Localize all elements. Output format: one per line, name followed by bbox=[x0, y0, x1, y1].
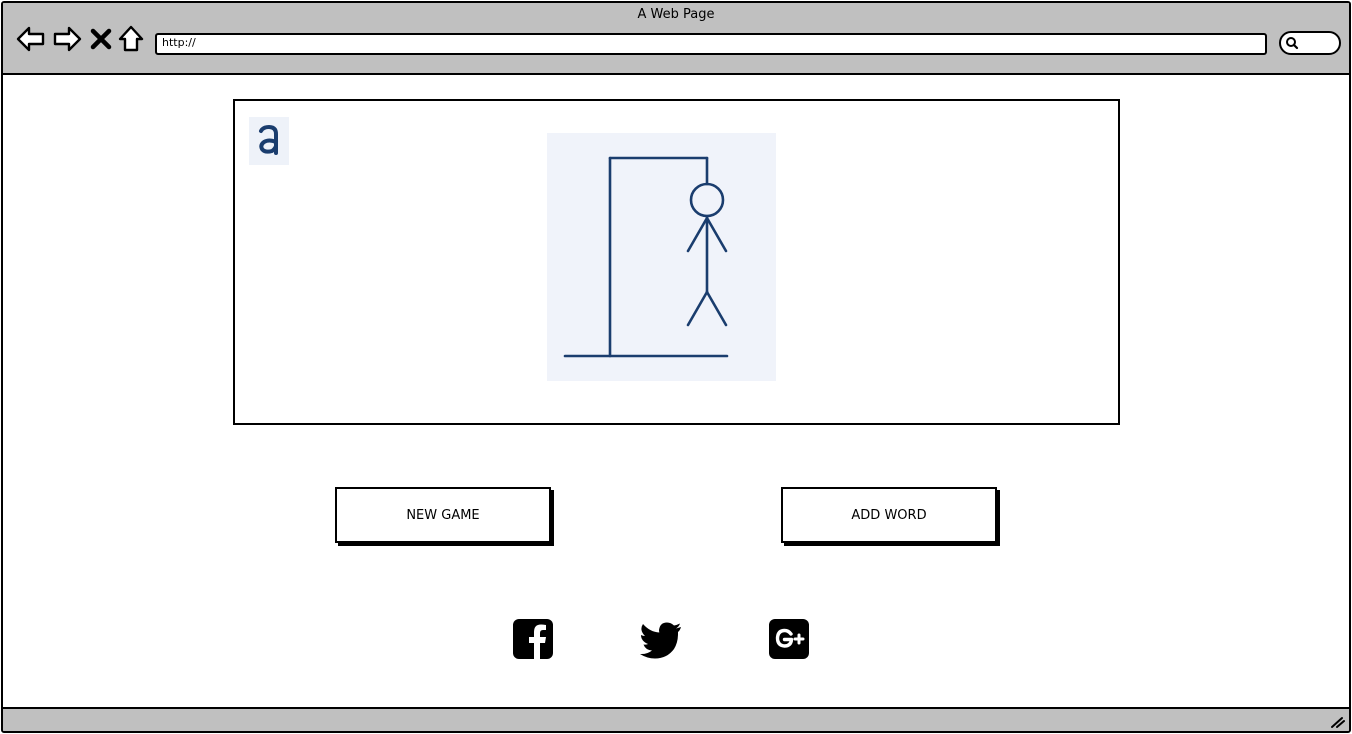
forward-button[interactable] bbox=[51, 23, 83, 55]
window-title: A Web Page bbox=[637, 7, 715, 22]
add-word-button[interactable]: ADD WORD bbox=[781, 487, 997, 543]
new-game-button[interactable]: NEW GAME bbox=[335, 487, 551, 543]
google-plus-icon bbox=[767, 617, 811, 661]
browser-window: A Web Page http:// NEW GAME ADD WORD bbox=[1, 1, 1351, 733]
twitter-icon bbox=[639, 617, 683, 661]
search-field[interactable] bbox=[1279, 31, 1341, 55]
google-plus-link[interactable] bbox=[767, 617, 811, 661]
figure-right-leg bbox=[705, 290, 728, 327]
arrow-right-icon bbox=[51, 23, 83, 55]
browser-titlebar: A Web Page http:// bbox=[3, 3, 1349, 75]
arrow-left-icon bbox=[15, 23, 47, 55]
browser-status-bar bbox=[3, 707, 1349, 731]
figure-head bbox=[689, 182, 725, 218]
figure-left-arm bbox=[686, 216, 709, 253]
figure-left-leg bbox=[686, 290, 709, 327]
address-input[interactable]: http:// bbox=[162, 36, 196, 49]
twitter-link[interactable] bbox=[639, 617, 683, 661]
home-button[interactable] bbox=[117, 23, 145, 55]
facebook-icon bbox=[511, 617, 555, 661]
hangman-gallows-figure bbox=[563, 156, 729, 358]
game-panel bbox=[233, 99, 1120, 425]
close-icon bbox=[89, 23, 113, 55]
home-icon bbox=[117, 23, 145, 55]
hangman-logo-icon bbox=[249, 117, 289, 165]
address-bar[interactable]: http:// bbox=[155, 33, 1267, 55]
resize-grip-icon[interactable] bbox=[1329, 713, 1345, 729]
facebook-link[interactable] bbox=[511, 617, 555, 661]
stop-button[interactable] bbox=[89, 23, 113, 55]
back-button[interactable] bbox=[15, 23, 47, 55]
figure-right-arm bbox=[705, 216, 728, 253]
hangman-illustration bbox=[547, 133, 776, 381]
